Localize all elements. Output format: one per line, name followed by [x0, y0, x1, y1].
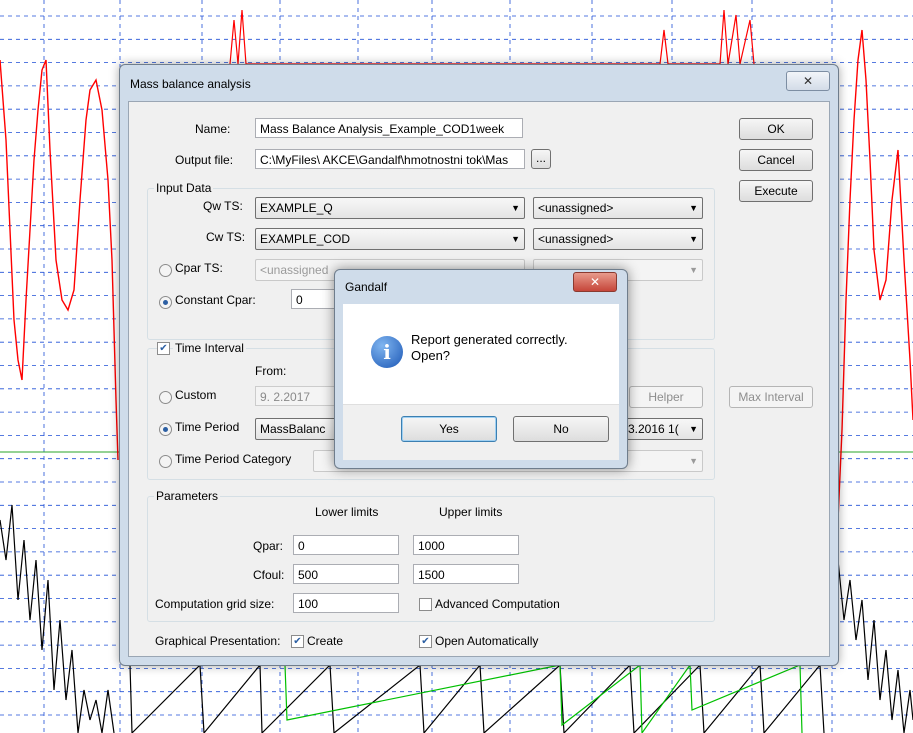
- upper-limits-header: Upper limits: [439, 505, 503, 519]
- open-automatically-checkbox[interactable]: ✔: [419, 635, 432, 648]
- execute-button[interactable]: Execute: [739, 180, 813, 202]
- message-box-close-button[interactable]: ✕: [573, 272, 617, 292]
- dialog-title: Mass balance analysis: [130, 77, 251, 91]
- chevron-down-icon: ▼: [689, 203, 698, 213]
- yes-button[interactable]: Yes: [401, 416, 497, 442]
- qw-ts-secondary-select[interactable]: <unassigned> ▼: [533, 197, 703, 219]
- qpar-label: Qpar:: [253, 539, 284, 553]
- red-series-right: [837, 29, 913, 521]
- ok-button[interactable]: OK: [739, 118, 813, 140]
- top-spikes: [229, 9, 755, 65]
- chevron-down-icon: ▼: [689, 456, 698, 466]
- cfoul-label: Cfoul:: [253, 568, 285, 582]
- create-label: Create: [307, 634, 344, 648]
- qw-ts-select[interactable]: EXAMPLE_Q ▼: [255, 197, 525, 219]
- cpar-ts-label: Cpar TS:: [175, 261, 223, 275]
- chevron-down-icon: ▼: [511, 203, 520, 213]
- qw-ts-label: Qw TS:: [203, 199, 243, 213]
- graphical-presentation-label: Graphical Presentation:: [155, 634, 281, 648]
- time-period-category-radio[interactable]: [159, 455, 172, 468]
- name-label: Name:: [195, 122, 231, 136]
- parameters-title: Parameters: [154, 489, 221, 503]
- qw-ts-value: EXAMPLE_Q: [260, 201, 333, 215]
- grid-size-label: Computation grid size:: [155, 597, 275, 611]
- green-spikes: [284, 663, 803, 733]
- browse-button[interactable]: ...: [531, 149, 551, 169]
- custom-radio[interactable]: [159, 391, 172, 404]
- constant-cpar-radio[interactable]: [159, 296, 172, 309]
- time-period-radio[interactable]: [159, 423, 172, 436]
- output-file-input[interactable]: C:\MyFiles\ AKCE\Gandalf\hmotnostni tok\…: [255, 149, 525, 169]
- message-body: i Report generated correctly. Open?: [343, 304, 619, 404]
- cw-ts-secondary-select[interactable]: <unassigned> ▼: [533, 228, 703, 250]
- time-interval-label: Time Interval: [173, 341, 246, 355]
- custom-label: Custom: [175, 388, 217, 402]
- time-period-end-value: 3.2016 1(: [628, 422, 679, 436]
- create-checkbox[interactable]: ✔: [291, 635, 304, 648]
- from-label: From:: [255, 364, 287, 378]
- advanced-computation-label: Advanced Computation: [435, 597, 560, 611]
- red-series-left: [0, 59, 119, 461]
- gandalf-message-box: Gandalf ✕ i Report generated correctly. …: [334, 269, 628, 469]
- open-automatically-label: Open Automatically: [435, 634, 539, 648]
- qw-ts-secondary-value: <unassigned>: [538, 201, 614, 215]
- helper-button[interactable]: Helper: [629, 386, 703, 408]
- chevron-down-icon: ▼: [689, 265, 698, 275]
- cw-ts-value: EXAMPLE_COD: [260, 232, 351, 246]
- time-period-end-select[interactable]: 3.2016 1( ▼: [623, 418, 703, 440]
- chevron-down-icon: ▼: [511, 234, 520, 244]
- constant-cpar-label: Constant Cpar:: [175, 293, 256, 307]
- time-period-value: MassBalanc: [260, 422, 326, 436]
- cfoul-upper-input[interactable]: 1500: [413, 564, 519, 584]
- cpar-ts-value: <unassigned: [260, 263, 329, 277]
- message-footer: Yes No: [343, 404, 619, 460]
- chevron-down-icon: ▼: [689, 234, 698, 244]
- time-interval-checkbox[interactable]: ✔: [157, 342, 170, 355]
- close-button[interactable]: ✕: [786, 71, 830, 91]
- message-box-title: Gandalf: [345, 280, 388, 294]
- qpar-lower-input[interactable]: 0: [293, 535, 399, 555]
- chevron-down-icon: ▼: [689, 424, 698, 434]
- time-period-label: Time Period: [175, 420, 240, 434]
- cw-ts-label: Cw TS:: [206, 230, 246, 244]
- no-button[interactable]: No: [513, 416, 609, 442]
- custom-from-input[interactable]: 9. 2.2017: [255, 386, 335, 406]
- black-series-left: [0, 504, 115, 733]
- advanced-computation-checkbox[interactable]: [419, 598, 432, 611]
- cw-ts-select[interactable]: EXAMPLE_COD ▼: [255, 228, 525, 250]
- cancel-button[interactable]: Cancel: [739, 149, 813, 171]
- output-file-label: Output file:: [175, 153, 234, 167]
- max-interval-button[interactable]: Max Interval: [729, 386, 813, 408]
- time-period-select[interactable]: MassBalanc: [255, 418, 345, 440]
- cpar-ts-radio[interactable]: [159, 264, 172, 277]
- info-icon: i: [371, 336, 403, 368]
- input-data-title: Input Data: [154, 181, 214, 195]
- black-series-right: [837, 559, 913, 733]
- cfoul-lower-input[interactable]: 500: [293, 564, 399, 584]
- cw-ts-secondary-value: <unassigned>: [538, 232, 614, 246]
- grid-size-input[interactable]: 100: [293, 593, 399, 613]
- lower-limits-header: Lower limits: [315, 505, 379, 519]
- message-line-1: Report generated correctly.: [411, 332, 568, 347]
- time-period-category-label: Time Period Category: [175, 452, 292, 466]
- message-line-2: Open?: [411, 348, 451, 363]
- qpar-upper-input[interactable]: 1000: [413, 535, 519, 555]
- title-bar[interactable]: Mass balance analysis ✕: [120, 65, 838, 101]
- name-input[interactable]: Mass Balance Analysis_Example_COD1week: [255, 118, 523, 138]
